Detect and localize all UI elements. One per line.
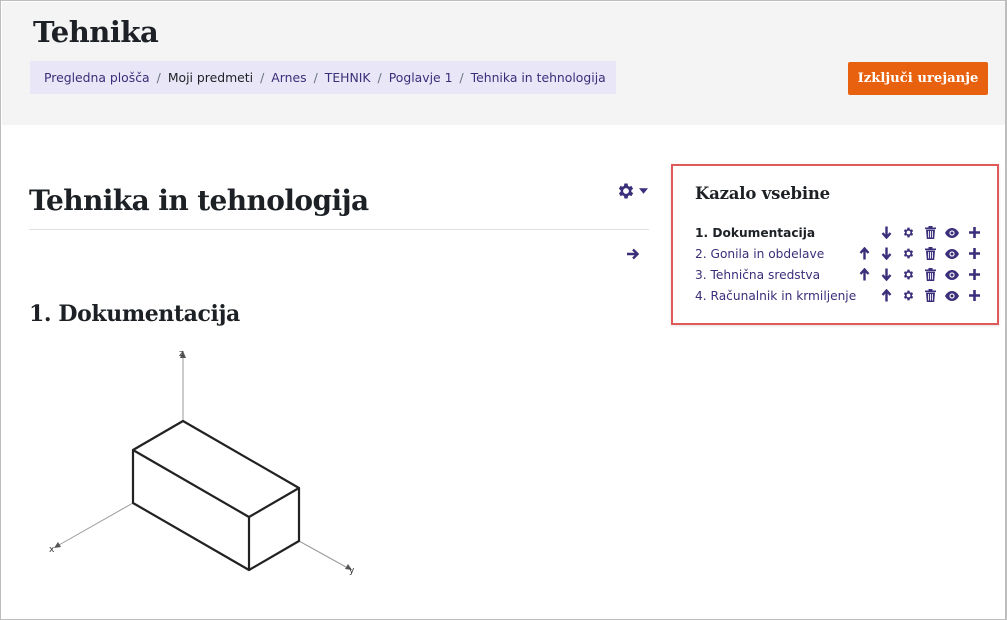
plus-icon[interactable] [963,246,985,261]
breadcrumb-separator: / [260,70,265,85]
move-up-placeholder [853,225,875,240]
arrow-down-icon[interactable] [875,267,897,282]
caret-down-icon [639,188,648,194]
axis-label-x: x [49,545,55,555]
toc-item-tehnicna-sredstva: 3. Tehnična sredstva [695,264,985,285]
breadcrumb-separator: / [313,70,318,85]
subsection-title: 1. Dokumentacija [29,301,240,327]
breadcrumb: Pregledna plošča / Moji predmeti / Arnes… [30,61,616,94]
toc-item-link[interactable]: 3. Tehnična sredstva [695,268,820,282]
arrow-down-icon[interactable] [875,225,897,240]
axis-label-z: z [179,349,184,359]
arrow-right-icon [626,247,640,261]
section-settings-menu[interactable] [616,181,648,201]
plus-icon[interactable] [963,225,985,240]
toc-title: Kazalo vsebine [695,184,830,203]
arrow-up-icon[interactable] [875,288,897,303]
toc-item-link[interactable]: 2. Gonila in obdelave [695,247,824,261]
eye-icon[interactable] [941,225,963,240]
section-title: Tehnika in tehnologija [29,184,369,217]
arrow-down-icon[interactable] [875,246,897,261]
breadcrumb-separator: / [156,70,161,85]
gear-icon [616,181,636,201]
breadcrumb-item-arnes[interactable]: Arnes [271,70,306,85]
toc-item-actions [875,288,985,303]
course-title: Tehnika [33,15,159,49]
arrow-up-icon[interactable] [853,267,875,282]
toc-item-actions [853,225,985,240]
breadcrumb-item-current[interactable]: Tehnika in tehnologija [471,70,606,85]
table-of-contents-block: Kazalo vsebine 1. Dokumentacija 2. Gonil… [671,164,999,325]
gear-icon[interactable] [897,288,919,303]
toc-item-link[interactable]: 1. Dokumentacija [695,226,815,240]
toggle-editing-button[interactable]: Izključi urejanje [848,62,988,95]
gear-icon[interactable] [897,225,919,240]
trash-icon[interactable] [919,288,941,303]
breadcrumb-item-tehnik[interactable]: TEHNIK [325,70,371,85]
page-frame: Tehnika Pregledna plošča / Moji predmeti… [0,0,1007,620]
toc-item-dokumentacija: 1. Dokumentacija [695,222,985,243]
arrow-up-icon[interactable] [853,246,875,261]
trash-icon[interactable] [919,225,941,240]
toc-item-link[interactable]: 4. Računalnik in krmiljenje [695,289,856,303]
eye-icon[interactable] [941,267,963,282]
page-header: Tehnika Pregledna plošča / Moji predmeti… [2,2,1005,125]
trash-icon[interactable] [919,267,941,282]
breadcrumb-separator: / [459,70,464,85]
axis-label-y: y [349,566,355,576]
plus-icon[interactable] [963,288,985,303]
breadcrumb-separator: / [377,70,382,85]
toc-list: 1. Dokumentacija 2. Gonila in obdelave 3… [695,222,985,306]
breadcrumb-item-poglavje[interactable]: Poglavje 1 [389,70,453,85]
trash-icon[interactable] [919,246,941,261]
eye-icon[interactable] [941,288,963,303]
breadcrumb-item-dashboard[interactable]: Pregledna plošča [44,70,150,85]
plus-icon[interactable] [963,267,985,282]
toc-item-actions [853,267,985,282]
title-divider [29,229,649,230]
eye-icon[interactable] [941,246,963,261]
toc-item-actions [853,246,985,261]
gear-icon[interactable] [897,267,919,282]
breadcrumb-item-my-courses: Moji predmeti [167,70,254,85]
next-section-button[interactable] [626,247,640,261]
gear-icon[interactable] [897,246,919,261]
toc-item-gonila: 2. Gonila in obdelave [695,243,985,264]
toc-item-racunalnik: 4. Računalnik in krmiljenje [695,285,985,306]
isometric-box-diagram: z x y [41,341,381,591]
